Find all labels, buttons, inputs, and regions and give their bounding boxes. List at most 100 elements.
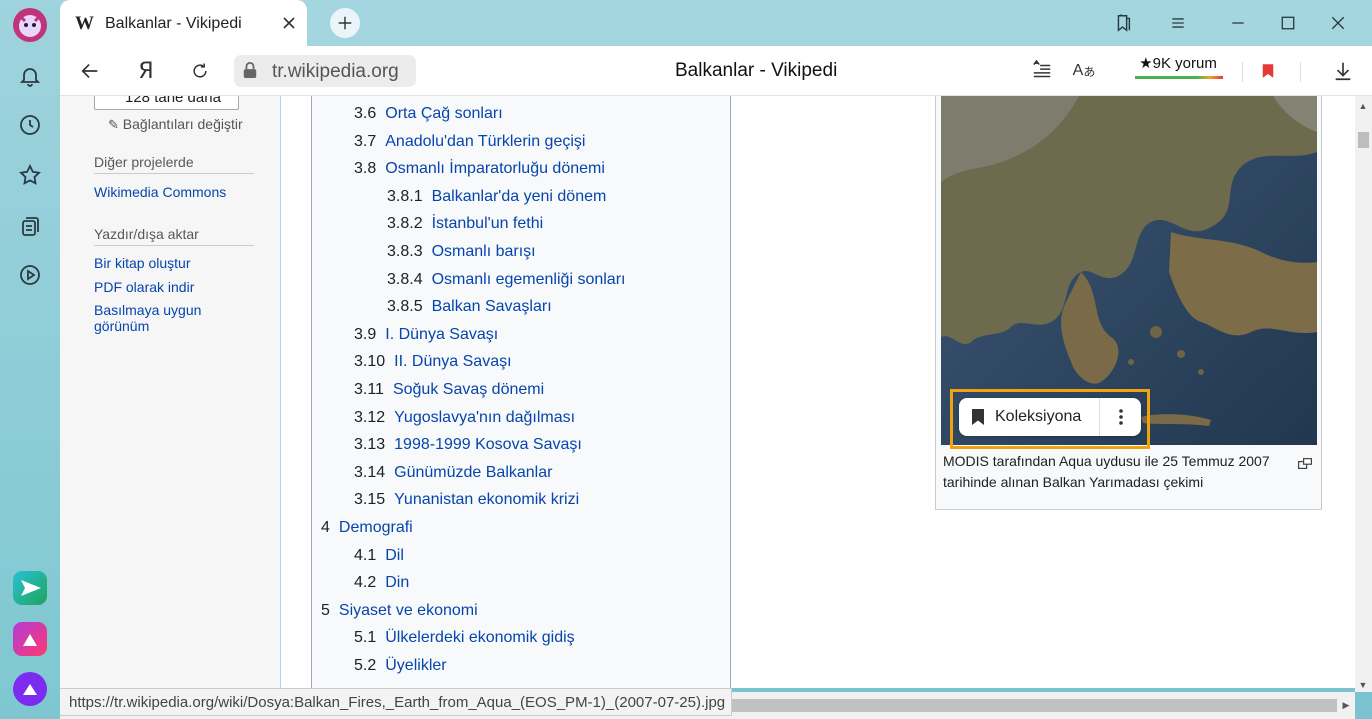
toc-entry-number[interactable]: 3.14 bbox=[354, 464, 385, 481]
back-arrow-icon[interactable] bbox=[77, 58, 103, 84]
create-book-link[interactable]: Bir kitap oluştur bbox=[94, 255, 234, 271]
close-tab-icon[interactable] bbox=[279, 13, 299, 33]
toc-entry-label[interactable]: Anadolu'dan Türklerin geçişi bbox=[385, 133, 585, 150]
toc-entry-number[interactable]: 3.8.2 bbox=[387, 215, 423, 232]
toc-entry-number[interactable]: 4.1 bbox=[354, 547, 376, 564]
toc-entry-label[interactable]: 1998-1999 Kosova Savaşı bbox=[394, 436, 582, 453]
collections-icon[interactable] bbox=[14, 210, 46, 242]
maximize-icon[interactable] bbox=[1277, 12, 1299, 34]
profile-avatar-icon[interactable] bbox=[13, 8, 47, 42]
wikimedia-commons-link[interactable]: Wikimedia Commons bbox=[94, 184, 234, 200]
alice-assistant-app-icon[interactable] bbox=[13, 622, 47, 656]
edit-links-label[interactable]: Bağlantıları değiştir bbox=[123, 116, 243, 132]
toc-entry-number[interactable]: 4.2 bbox=[354, 574, 376, 591]
toc-entry-label[interactable]: İstanbul'un fethi bbox=[432, 215, 544, 232]
reviews-badge[interactable]: ★9K yorum bbox=[1133, 54, 1223, 84]
toc-entry-number[interactable]: 3.8.4 bbox=[387, 271, 423, 288]
reload-icon[interactable] bbox=[187, 58, 213, 84]
toc-entry[interactable]: 3.13 1998-1999 Kosova Savaşı bbox=[354, 436, 582, 454]
toc-entry-label[interactable]: Osmanlı egemenliği sonları bbox=[432, 271, 626, 288]
toc-entry-label[interactable]: I. Dünya Savaşı bbox=[385, 326, 498, 343]
scroll-right-icon[interactable]: ▶ bbox=[1341, 700, 1351, 710]
download-icon[interactable] bbox=[1330, 58, 1356, 84]
vertical-scrollbar[interactable]: ▲ ▼ bbox=[1355, 96, 1372, 692]
edit-links-link[interactable]: ✎ Bağlantıları değiştir bbox=[108, 116, 243, 133]
toc-entry[interactable]: 3.6 Orta Çağ sonları bbox=[354, 105, 503, 123]
toc-entry[interactable]: 3.14 Günümüzde Balkanlar bbox=[354, 464, 552, 482]
new-tab-button[interactable] bbox=[330, 8, 360, 38]
bookmark-tabs-icon[interactable] bbox=[1112, 12, 1134, 34]
horizontal-scroll-thumb[interactable] bbox=[707, 699, 1337, 712]
more-vertical-icon[interactable] bbox=[1111, 407, 1131, 427]
bell-icon[interactable] bbox=[14, 60, 46, 92]
toc-entry[interactable]: 3.8.3 Osmanlı barışı bbox=[387, 243, 536, 261]
tab-balkanlar[interactable]: W Balkanlar - Vikipedi bbox=[60, 0, 307, 46]
toc-entry-label[interactable]: Üyelikler bbox=[385, 657, 446, 674]
vertical-scroll-thumb[interactable] bbox=[1358, 132, 1369, 148]
toc-entry-number[interactable]: 3.9 bbox=[354, 326, 376, 343]
toc-entry[interactable]: 3.15 Yunanistan ekonomik krizi bbox=[354, 491, 579, 509]
history-clock-icon[interactable] bbox=[14, 109, 46, 141]
toc-entry[interactable]: 5.1 Ülkelerdeki ekonomik gidiş bbox=[354, 629, 575, 647]
lock-icon[interactable] bbox=[242, 61, 260, 81]
collection-label[interactable]: Koleksiyona bbox=[995, 408, 1081, 426]
more-languages-button[interactable]: 128 tane daha bbox=[94, 96, 239, 110]
scroll-up-icon[interactable]: ▲ bbox=[1358, 101, 1368, 111]
enlarge-icon[interactable] bbox=[1298, 456, 1313, 470]
url-bar[interactable]: tr.wikipedia.org bbox=[234, 55, 416, 87]
toc-entry[interactable]: 5 Siyaset ve ekonomi bbox=[321, 602, 478, 620]
toc-entry-label[interactable]: Orta Çağ sonları bbox=[385, 105, 502, 122]
toc-entry-label[interactable]: Yunanistan ekonomik krizi bbox=[394, 491, 579, 508]
toc-entry[interactable]: 3.8.5 Balkan Savaşları bbox=[387, 298, 552, 316]
toc-entry-number[interactable]: 3.8.5 bbox=[387, 298, 423, 315]
toc-entry-label[interactable]: Balkan Savaşları bbox=[432, 298, 552, 315]
toc-entry-number[interactable]: 3.8.1 bbox=[387, 188, 423, 205]
close-window-icon[interactable] bbox=[1327, 12, 1349, 34]
toc-entry-number[interactable]: 3.11 bbox=[354, 381, 384, 398]
url-text[interactable]: tr.wikipedia.org bbox=[272, 61, 399, 83]
toc-entry[interactable]: 3.8 Osmanlı İmparatorluğu dönemi bbox=[354, 160, 605, 178]
toc-entry-number[interactable]: 5.1 bbox=[354, 629, 376, 646]
toc-entry-number[interactable]: 3.15 bbox=[354, 491, 385, 508]
toc-entry[interactable]: 5.2 Üyelikler bbox=[354, 657, 447, 675]
toc-entry-label[interactable]: Yugoslavya'nın dağılması bbox=[394, 409, 575, 426]
toc-entry-number[interactable]: 4 bbox=[321, 519, 330, 536]
toc-entry-label[interactable]: Demografi bbox=[339, 519, 413, 536]
translate-icon[interactable]: Aあ bbox=[1071, 58, 1097, 84]
toc-entry[interactable]: 3.10 II. Dünya Savaşı bbox=[354, 353, 512, 371]
download-pdf-link[interactable]: PDF olarak indir bbox=[94, 279, 234, 295]
toc-entry[interactable]: 3.8.4 Osmanlı egemenliği sonları bbox=[387, 271, 625, 289]
messenger-app-icon[interactable] bbox=[13, 571, 47, 605]
toc-entry-label[interactable]: Dil bbox=[385, 547, 404, 564]
toc-entry-number[interactable]: 3.6 bbox=[354, 105, 376, 122]
toc-entry-label[interactable]: Balkanlar'da yeni dönem bbox=[432, 188, 607, 205]
toc-entry-label[interactable]: II. Dünya Savaşı bbox=[394, 353, 511, 370]
toc-entry[interactable]: 3.8.1 Balkanlar'da yeni dönem bbox=[387, 188, 606, 206]
yandex-logo-icon[interactable]: Я bbox=[133, 58, 159, 84]
toc-entry-label[interactable]: Osmanlı İmparatorluğu dönemi bbox=[385, 160, 605, 177]
toc-entry-label[interactable]: Siyaset ve ekonomi bbox=[339, 602, 478, 619]
star-bookmarks-icon[interactable] bbox=[14, 159, 46, 191]
toc-entry[interactable]: 3.11 Soğuk Savaş dönemi bbox=[354, 381, 544, 399]
toc-entry-number[interactable]: 3.12 bbox=[354, 409, 385, 426]
printable-version-link[interactable]: Basılmaya uygun görünüm bbox=[94, 302, 224, 334]
menu-icon[interactable] bbox=[1167, 12, 1189, 34]
toc-entry-label[interactable]: Soğuk Savaş dönemi bbox=[393, 381, 544, 398]
alice-voice-icon[interactable] bbox=[13, 672, 47, 706]
add-to-collection-button[interactable]: Koleksiyona bbox=[959, 398, 1141, 436]
toc-entry[interactable]: 4.2 Din bbox=[354, 574, 409, 592]
toc-entry-label[interactable]: Din bbox=[385, 574, 409, 591]
toc-entry[interactable]: 3.8.2 İstanbul'un fethi bbox=[387, 215, 543, 233]
toc-entry-number[interactable]: 3.7 bbox=[354, 133, 376, 150]
toc-entry[interactable]: 4 Demografi bbox=[321, 519, 413, 537]
play-video-icon[interactable] bbox=[14, 259, 46, 291]
toc-entry-label[interactable]: Osmanlı barışı bbox=[432, 243, 536, 260]
toc-entry-label[interactable]: Günümüzde Balkanlar bbox=[394, 464, 552, 481]
toc-entry-number[interactable]: 3.10 bbox=[354, 353, 385, 370]
toc-entry[interactable]: 3.12 Yugoslavya'nın dağılması bbox=[354, 409, 575, 427]
toc-entry[interactable]: 4.1 Dil bbox=[354, 547, 404, 565]
reviews-label[interactable]: ★9K yorum bbox=[1139, 55, 1217, 72]
toc-entry[interactable]: 3.7 Anadolu'dan Türklerin geçişi bbox=[354, 133, 585, 151]
toc-entry[interactable]: 3.9 I. Dünya Savaşı bbox=[354, 326, 498, 344]
bookmark-flag-icon[interactable] bbox=[1255, 58, 1281, 84]
